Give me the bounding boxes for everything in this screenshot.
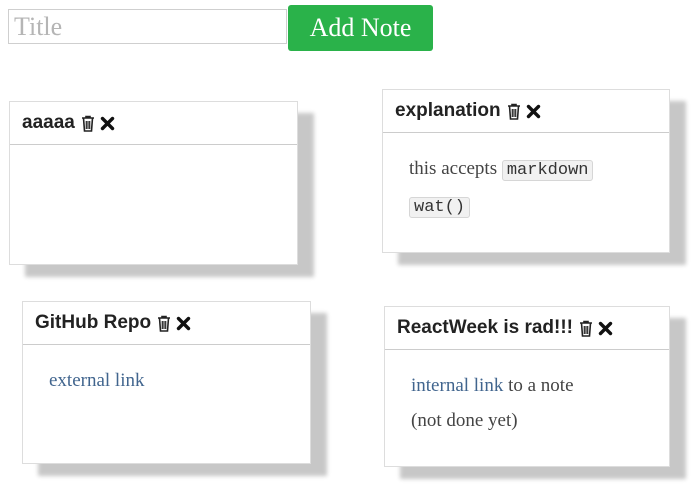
trash-icon[interactable] (579, 320, 593, 337)
note-title: GitHub Repo (35, 312, 152, 333)
note-header: aaaaa (10, 102, 297, 145)
note-body: internal link to a note (not done yet) (385, 350, 669, 456)
note-header: GitHub Repo (23, 302, 310, 345)
body-text: to a note (508, 375, 574, 396)
title-input[interactable] (8, 9, 287, 44)
close-icon[interactable] (526, 104, 541, 119)
note-card: ReactWeek is rad!!! internal link to a n… (384, 306, 670, 467)
note-title: aaaaa (22, 112, 75, 133)
note-title: explanation (395, 100, 501, 121)
trash-icon[interactable] (81, 115, 95, 132)
note-title: ReactWeek is rad!!! (397, 317, 573, 338)
note-header: ReactWeek is rad!!! (385, 307, 669, 350)
trash-icon[interactable] (157, 315, 171, 332)
note-body: external link (23, 345, 310, 416)
note-body (10, 145, 297, 181)
add-note-button[interactable]: Add Note (288, 5, 433, 51)
external-link[interactable]: external link (49, 370, 145, 391)
close-icon[interactable] (100, 116, 115, 131)
body-text: (not done yet) (411, 410, 518, 431)
trash-icon[interactable] (507, 103, 521, 120)
inline-code: markdown (501, 160, 594, 181)
note-body: this accepts markdown wat() (383, 133, 669, 243)
note-header: explanation (383, 90, 669, 133)
body-text: this accepts (409, 158, 498, 179)
close-icon[interactable] (176, 316, 191, 331)
close-icon[interactable] (598, 321, 613, 336)
internal-link[interactable]: internal link (411, 375, 503, 396)
inline-code: wat() (409, 197, 471, 218)
note-card: explanation this accepts markdown wat() (382, 89, 670, 253)
note-card: aaaaa (9, 101, 298, 265)
note-card: GitHub Repo external link (22, 301, 311, 464)
